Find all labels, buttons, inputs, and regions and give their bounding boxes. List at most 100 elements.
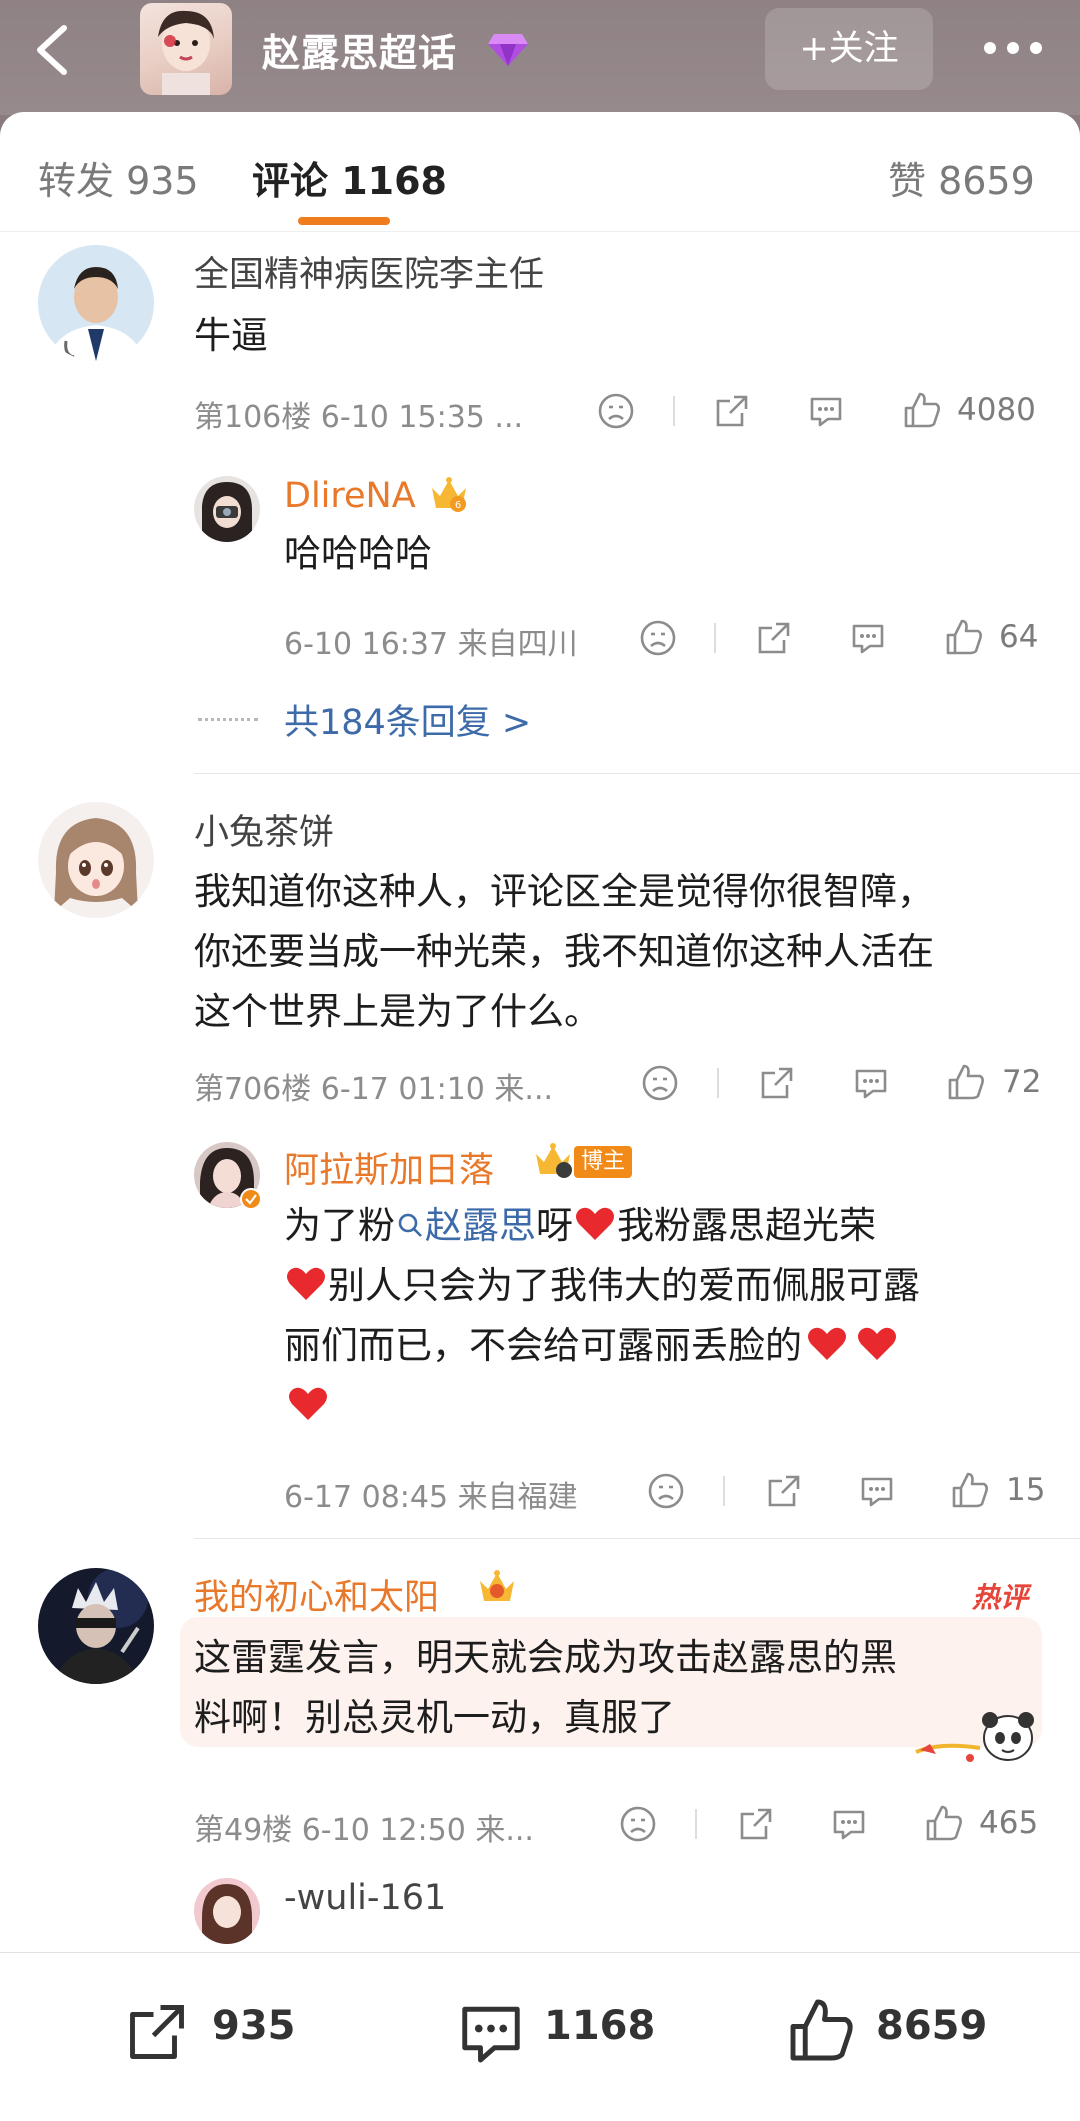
comment-username[interactable]: 全国精神病医院李主任: [194, 246, 544, 297]
avatar[interactable]: [38, 245, 154, 361]
like-count: 465: [979, 1805, 1039, 1841]
comment-text: 牛逼: [194, 314, 268, 357]
dislike-face-icon[interactable]: [596, 391, 636, 431]
like-count: 72: [1002, 1064, 1042, 1100]
member-crown-icon: 6: [432, 477, 466, 512]
reply-text: 为了粉: [284, 1204, 395, 1247]
like-icon[interactable]: [946, 1062, 986, 1102]
action-divider: [723, 1476, 725, 1506]
divider: [194, 773, 1080, 774]
action-divider: [695, 1809, 697, 1839]
search-icon: [398, 1213, 422, 1237]
reply-text: 别人只会为了我伟大的爱而佩服可露: [328, 1264, 920, 1307]
heart-emoji-icon: [287, 1267, 325, 1300]
share-icon[interactable]: [757, 1063, 797, 1103]
reply-avatar[interactable]: [194, 476, 260, 542]
gem-icon: [488, 34, 528, 66]
svg-text:6: 6: [455, 500, 461, 511]
heart-emoji-icon: [808, 1327, 846, 1360]
dislike-face-icon[interactable]: [646, 1471, 686, 1511]
hot-comment-badge: 热评: [972, 1581, 1029, 1614]
comment-username[interactable]: 我的初心和太阳: [194, 1569, 439, 1620]
heart-emoji-icon: [576, 1207, 614, 1240]
reply-avatar[interactable]: [194, 1878, 260, 1944]
more-replies-link[interactable]: 共184条回复 >: [284, 694, 531, 745]
member-crown-icon: [536, 1143, 572, 1178]
comment-text-line: 这个世界上是为了什么。: [194, 990, 601, 1033]
share-icon[interactable]: [712, 391, 752, 431]
reply-meta: 6-17 08:45 来自福建: [284, 1480, 578, 1515]
dislike-face-icon[interactable]: [638, 618, 678, 658]
heart-emoji-icon: [289, 1387, 327, 1420]
comment-icon[interactable]: [806, 391, 846, 431]
bottom-action-bar: 935 1168 8659: [0, 1952, 1080, 2121]
dislike-face-icon[interactable]: [640, 1063, 680, 1103]
tab-repost[interactable]: 转发 935: [38, 150, 199, 205]
comment-text-line: 我知道你这种人，评论区全是觉得你很智障，: [194, 870, 934, 913]
author-badge: 博主: [574, 1146, 632, 1178]
topic-name[interactable]: 赵露思: [425, 1204, 536, 1247]
heart-emoji-icon: [858, 1327, 896, 1360]
reply-username[interactable]: DlireNA: [284, 476, 416, 516]
comment-icon[interactable]: [851, 1063, 891, 1103]
repost-icon[interactable]: [122, 1997, 192, 2067]
top-bar: 赵露思超话 +关注: [0, 0, 1080, 115]
comment-meta: 第706楼 6-17 01:10 来...: [194, 1072, 554, 1107]
reply-meta: 6-10 16:37 来自四川: [284, 627, 578, 662]
action-divider: [714, 623, 716, 653]
reply-text-line: 为了粉 赵露思呀 我粉露思超光荣: [284, 1196, 876, 1256]
tab-bar: 转发 935 评论 1168 赞 8659: [0, 112, 1080, 232]
like-count: 4080: [957, 392, 1036, 428]
action-divider: [673, 396, 675, 426]
topic-link[interactable]: 赵露思: [395, 1204, 536, 1247]
reply-text: 哈哈哈哈: [284, 532, 432, 575]
comment-text-line: 这雷霆发言，明天就会成为攻击赵露思的黑: [194, 1636, 897, 1679]
like-count: 64: [999, 619, 1039, 655]
comment-icon[interactable]: [857, 1471, 897, 1511]
repost-count[interactable]: 935: [212, 2003, 296, 2049]
comment-text-line: 你还要当成一种光荣，我不知道你这种人活在: [194, 930, 934, 973]
page-title: 赵露思超话: [262, 31, 458, 75]
tab-like[interactable]: 赞 8659: [888, 150, 1035, 205]
member-crown-icon: [480, 1570, 514, 1601]
reply-dots: [198, 718, 258, 721]
tab-comment[interactable]: 评论 1168: [252, 150, 447, 205]
share-icon[interactable]: [754, 618, 794, 658]
like-icon[interactable]: [786, 1995, 856, 2065]
back-chevron-icon[interactable]: [28, 20, 80, 80]
like-count[interactable]: 8659: [876, 2003, 987, 2049]
comment-icon[interactable]: [848, 618, 888, 658]
avatar[interactable]: [38, 1568, 154, 1684]
like-icon[interactable]: [944, 617, 984, 657]
comment-meta: 第49楼 6-10 12:50 来...: [194, 1813, 534, 1848]
reply-username[interactable]: -wuli-161: [284, 1878, 446, 1918]
follow-button[interactable]: +关注: [765, 8, 933, 90]
reply-username[interactable]: 阿拉斯加日落: [284, 1142, 494, 1193]
dislike-face-icon[interactable]: [618, 1804, 658, 1844]
divider: [194, 1538, 1080, 1539]
comment-count[interactable]: 1168: [544, 2003, 655, 2049]
action-divider: [717, 1068, 719, 1098]
like-icon[interactable]: [950, 1470, 990, 1510]
comment-icon[interactable]: [829, 1804, 869, 1844]
reply-text: 呀: [536, 1204, 573, 1247]
panda-sticker-icon: [915, 1712, 1034, 1762]
reply-text: 我粉露思超光荣: [617, 1204, 876, 1247]
comment-sheet: 转发 935 评论 1168 赞 8659 全国精神病医院李主任 牛逼 第106…: [0, 112, 1080, 1952]
share-icon[interactable]: [736, 1804, 776, 1844]
reply-text: 丽们而已，不会给可露丽丢脸的: [284, 1324, 802, 1367]
share-icon[interactable]: [764, 1471, 804, 1511]
like-count: 15: [1006, 1472, 1046, 1508]
more-dots-icon[interactable]: [978, 28, 1048, 68]
comment-username[interactable]: 小兔茶饼: [194, 804, 334, 855]
like-icon[interactable]: [924, 1803, 964, 1843]
like-icon[interactable]: [902, 390, 942, 430]
comment-meta: 第106楼 6-10 15:35 ...: [194, 400, 524, 435]
super-topic-avatar[interactable]: [140, 3, 232, 95]
avatar[interactable]: [38, 802, 154, 918]
tab-active-indicator: [298, 217, 390, 225]
reply-text-line: 别人只会为了我伟大的爱而佩服可露: [284, 1256, 920, 1316]
reply-text-line: 丽们而已，不会给可露丽丢脸的: [284, 1316, 902, 1376]
verified-badge-icon: [240, 1188, 262, 1210]
comment-icon[interactable]: [456, 1997, 526, 2067]
